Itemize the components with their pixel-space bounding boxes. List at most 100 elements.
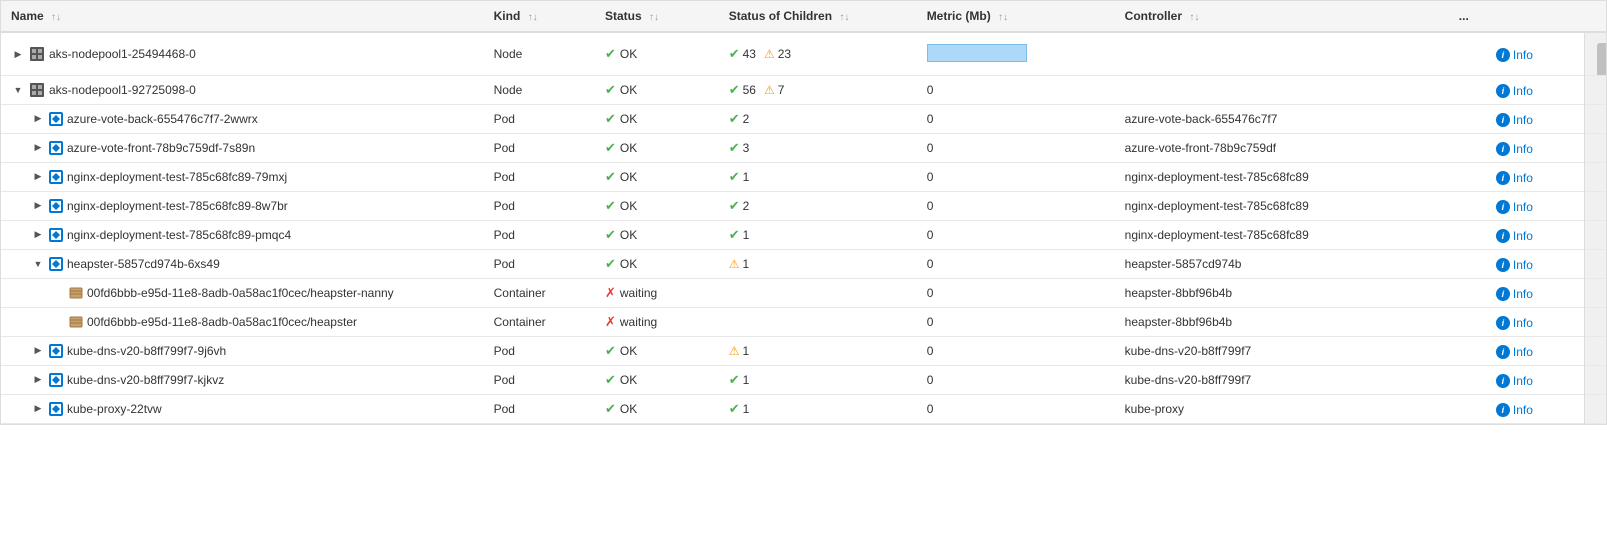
metric-cell: 0 bbox=[917, 163, 1115, 192]
scrollbar-thumb[interactable] bbox=[1597, 43, 1606, 76]
status-ok: ✔ OK bbox=[605, 401, 637, 417]
info-icon: i bbox=[1496, 374, 1510, 388]
info-icon: i bbox=[1496, 403, 1510, 417]
expand-button[interactable]: ▶ bbox=[31, 344, 45, 358]
info-cell[interactable]: i Info bbox=[1486, 337, 1585, 366]
info-cell[interactable]: i Info bbox=[1486, 308, 1585, 337]
scrollbar-track[interactable] bbox=[1595, 39, 1606, 69]
resource-name: azure-vote-front-78b9c759df-7s89n bbox=[67, 141, 255, 155]
info-icon: i bbox=[1496, 171, 1510, 185]
info-label: Info bbox=[1513, 316, 1533, 330]
children-check-icon: ✔ bbox=[729, 198, 740, 214]
name-content: ▶ kube-proxy-22tvw bbox=[11, 402, 474, 417]
sort-icon-children: ↑↓ bbox=[839, 12, 849, 23]
info-cell[interactable]: i Info bbox=[1486, 105, 1585, 134]
info-link[interactable]: i Info bbox=[1496, 142, 1533, 156]
sort-icon-kind: ↑↓ bbox=[528, 12, 538, 23]
info-link[interactable]: i Info bbox=[1496, 374, 1533, 388]
info-label: Info bbox=[1513, 403, 1533, 417]
info-cell[interactable]: i Info bbox=[1486, 163, 1585, 192]
children-status-cell: ✔ 1 bbox=[719, 395, 917, 424]
collapse-button[interactable]: ▼ bbox=[11, 83, 25, 97]
expand-button[interactable]: ▶ bbox=[31, 402, 45, 416]
col-header-scroll bbox=[1585, 1, 1606, 32]
col-header-controller[interactable]: Controller ↑↓ bbox=[1115, 1, 1449, 32]
children-status-cell: ✔ 56⚠ 7 bbox=[719, 76, 917, 105]
pod-icon bbox=[49, 373, 63, 387]
container-icon bbox=[69, 286, 83, 300]
name-content: ▼ heapster-5857cd974b-6xs49 bbox=[11, 257, 474, 272]
info-link[interactable]: i Info bbox=[1496, 48, 1533, 62]
info-link[interactable]: i Info bbox=[1496, 316, 1533, 330]
table-row: ▶ kube-dns-v20-b8ff799f7-kjkvzPod✔ OK✔ 1… bbox=[1, 366, 1606, 395]
col-header-status[interactable]: Status ↑↓ bbox=[595, 1, 719, 32]
main-table-container: Name ↑↓ Kind ↑↓ Status ↑↓ Status of Chil… bbox=[0, 0, 1607, 425]
expand-button[interactable]: ▶ bbox=[31, 170, 45, 184]
name-cell: 00fd6bbb-e95d-11e8-8adb-0a58ac1f0cec/hea… bbox=[1, 308, 484, 337]
expand-button[interactable]: ▶ bbox=[31, 141, 45, 155]
children-status-content: ⚠ 1 bbox=[729, 344, 749, 358]
info-link[interactable]: i Info bbox=[1496, 200, 1533, 214]
children-status-cell: ✔ 2 bbox=[719, 192, 917, 221]
info-cell[interactable]: i Info bbox=[1486, 221, 1585, 250]
collapse-button[interactable]: ▼ bbox=[31, 257, 45, 271]
info-cell[interactable]: i Info bbox=[1486, 192, 1585, 221]
table-row: ▶ nginx-deployment-test-785c68fc89-8w7br… bbox=[1, 192, 1606, 221]
expand-button[interactable]: ▶ bbox=[11, 47, 25, 61]
info-label: Info bbox=[1513, 171, 1533, 185]
table-header-row: Name ↑↓ Kind ↑↓ Status ↑↓ Status of Chil… bbox=[1, 1, 1606, 32]
info-link[interactable]: i Info bbox=[1496, 403, 1533, 417]
info-cell[interactable]: i Info bbox=[1486, 395, 1585, 424]
scrollbar-cell bbox=[1585, 32, 1606, 76]
expand-button[interactable]: ▶ bbox=[31, 199, 45, 213]
info-link[interactable]: i Info bbox=[1496, 229, 1533, 243]
info-icon: i bbox=[1496, 258, 1510, 272]
sort-icon-status: ↑↓ bbox=[649, 12, 659, 23]
children-status-cell: ⚠ 1 bbox=[719, 250, 917, 279]
kind-cell: Container bbox=[484, 308, 595, 337]
children-warn-count: ⚠ 23 bbox=[764, 47, 791, 61]
children-warn-count: ⚠ 7 bbox=[764, 83, 784, 97]
children-ok-count: ✔ 43 bbox=[729, 46, 756, 62]
info-cell[interactable]: i Info bbox=[1486, 250, 1585, 279]
resource-name: azure-vote-back-655476c7f7-2wwrx bbox=[67, 112, 258, 126]
info-cell[interactable]: i Info bbox=[1486, 32, 1585, 76]
dots-cell bbox=[1449, 32, 1486, 76]
info-link[interactable]: i Info bbox=[1496, 345, 1533, 359]
status-ok: ✔ OK bbox=[605, 140, 637, 156]
info-cell[interactable]: i Info bbox=[1486, 366, 1585, 395]
name-content: 00fd6bbb-e95d-11e8-8adb-0a58ac1f0cec/hea… bbox=[11, 286, 474, 301]
info-icon: i bbox=[1496, 316, 1510, 330]
metric-cell: 0 bbox=[917, 192, 1115, 221]
metric-cell: 0 bbox=[917, 221, 1115, 250]
table-row: ▶ nginx-deployment-test-785c68fc89-pmqc4… bbox=[1, 221, 1606, 250]
kind-cell: Pod bbox=[484, 192, 595, 221]
info-cell[interactable]: i Info bbox=[1486, 279, 1585, 308]
children-status-cell: ✔ 43 ⚠ 23 bbox=[719, 32, 917, 76]
check-icon: ✔ bbox=[605, 256, 616, 272]
controller-cell: nginx-deployment-test-785c68fc89 bbox=[1115, 163, 1449, 192]
expand-button[interactable]: ▶ bbox=[31, 373, 45, 387]
info-cell[interactable]: i Info bbox=[1486, 134, 1585, 163]
resource-name: heapster-5857cd974b-6xs49 bbox=[67, 257, 220, 271]
col-header-name[interactable]: Name ↑↓ bbox=[1, 1, 484, 32]
info-link[interactable]: i Info bbox=[1496, 258, 1533, 272]
info-cell[interactable]: i Info bbox=[1486, 76, 1585, 105]
children-ok-count: ✔ 1 bbox=[729, 401, 750, 417]
info-link[interactable]: i Info bbox=[1496, 84, 1533, 98]
info-link[interactable]: i Info bbox=[1496, 287, 1533, 301]
info-link[interactable]: i Info bbox=[1496, 171, 1533, 185]
info-link[interactable]: i Info bbox=[1496, 113, 1533, 127]
expand-button[interactable]: ▶ bbox=[31, 228, 45, 242]
pod-icon-cell bbox=[49, 141, 63, 156]
kind-cell: Pod bbox=[484, 395, 595, 424]
expand-button[interactable]: ▶ bbox=[31, 112, 45, 126]
col-header-metric[interactable]: Metric (Mb) ↑↓ bbox=[917, 1, 1115, 32]
col-header-info bbox=[1486, 1, 1585, 32]
status-ok: ✔ OK bbox=[605, 82, 637, 98]
col-header-kind[interactable]: Kind ↑↓ bbox=[484, 1, 595, 32]
table-row: ▶ nginx-deployment-test-785c68fc89-79mxj… bbox=[1, 163, 1606, 192]
children-status-cell: ✔ 1 bbox=[719, 221, 917, 250]
status-ok: ✔ OK bbox=[605, 198, 637, 214]
col-header-children[interactable]: Status of Children ↑↓ bbox=[719, 1, 917, 32]
